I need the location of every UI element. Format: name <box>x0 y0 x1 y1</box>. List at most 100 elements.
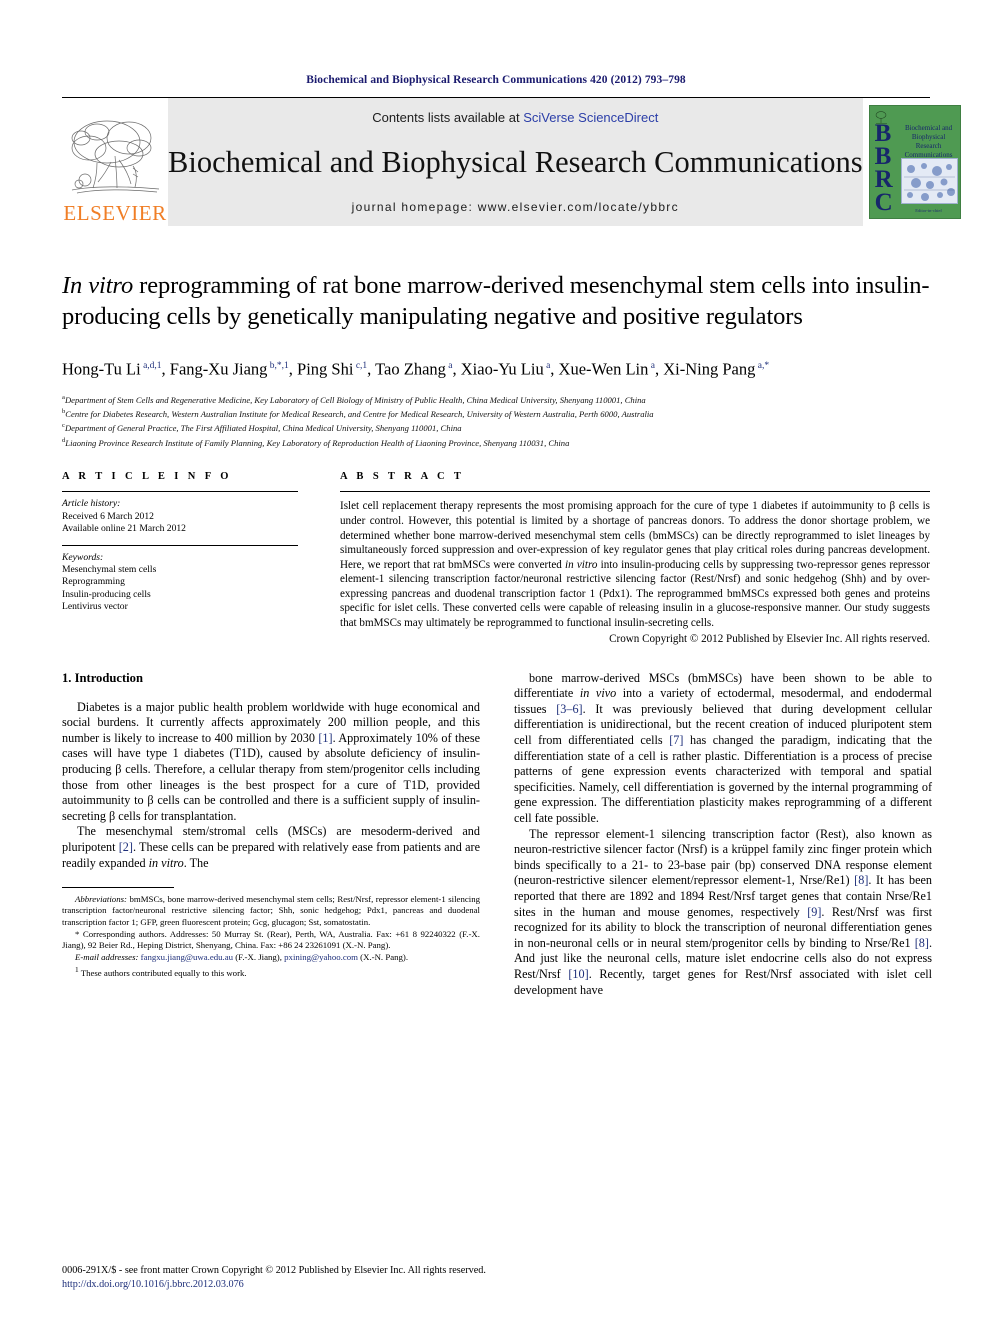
keyword-item: Lentivirus vector <box>62 601 128 613</box>
citation-link[interactable]: [2] <box>119 840 133 854</box>
banner-center: Contents lists available at SciVerse Sci… <box>168 98 863 226</box>
issn-copyright-line: 0006-291X/$ - see front matter Crown Cop… <box>62 1265 486 1276</box>
elsevier-logo: ELSEVIER <box>62 98 168 226</box>
affiliation-list: aDepartment of Stem Cells and Regenerati… <box>62 392 930 450</box>
citation-link[interactable]: [1] <box>318 731 332 745</box>
citation-link[interactable]: [10] <box>568 967 588 981</box>
affiliation-text: Department of General Practice, The Firs… <box>64 423 462 434</box>
title-block: In vitro reprogramming of rat bone marro… <box>62 226 930 449</box>
italic-text: in vivo <box>579 686 617 701</box>
affiliation-text: Liaoning Province Research Institute of … <box>65 437 570 448</box>
doi-link[interactable]: http://dx.doi.org/10.1016/j.bbrc.2012.03… <box>62 1278 486 1292</box>
journal-banner: ELSEVIER Contents lists available at Sci… <box>62 97 967 226</box>
page-title: In vitro reprogramming of rat bone marro… <box>62 270 930 332</box>
footnote-equal-contribution: 1 These authors contributed equally to t… <box>62 964 480 979</box>
left-column-paragraphs: Diabetes is a major public health proble… <box>62 700 480 872</box>
journal-homepage[interactable]: journal homepage: www.elsevier.com/locat… <box>352 200 679 214</box>
email-2-who: (X.-N. Pang). <box>357 952 409 963</box>
citation-link[interactable]: [8] <box>854 873 868 887</box>
title-rest: reprogramming of rat bone marrow-derived… <box>62 272 930 330</box>
footnote-abbreviations: Abbreviations: bmMSCs, bone marrow-deriv… <box>62 894 480 928</box>
body-paragraph: Diabetes is a major public health proble… <box>62 700 480 825</box>
keyword-item: Mesenchymal stem cells <box>62 563 157 575</box>
citation-link[interactable]: [3–6] <box>556 702 582 716</box>
affiliation-item: dLiaoning Province Research Institute of… <box>62 435 930 449</box>
affiliation-text: Department of Stem Cells and Regenerativ… <box>64 394 646 405</box>
right-column-paragraphs: bone marrow-derived MSCs (bmMSCs) have b… <box>514 671 932 998</box>
footnote-corresponding: * Corresponding authors. Addresses: 50 M… <box>62 929 480 951</box>
running-head: Biochemical and Biophysical Research Com… <box>306 74 686 86</box>
author-affiliation-marker: a <box>648 361 655 371</box>
article-history-received: Received 6 March 2012 <box>62 510 154 522</box>
abstract-heading: A B S T R A C T <box>340 471 465 483</box>
footnote-divider <box>62 887 174 889</box>
citation-link[interactable]: [8] <box>915 936 929 950</box>
footnotes-block: Abbreviations: bmMSCs, bone marrow-deriv… <box>62 887 480 979</box>
keywords-group: Keywords: Mesenchymal stem cells Reprogr… <box>62 546 298 623</box>
email-link-pang[interactable]: pxining@yahoo.com <box>284 952 358 962</box>
citation-link[interactable]: [9] <box>807 905 821 919</box>
author-name: Xue-Wen Lin <box>558 359 649 379</box>
author-affiliation-marker: a,* <box>755 361 770 371</box>
body-paragraph: The repressor element-1 silencing transc… <box>514 827 932 999</box>
keyword-item: Reprogramming <box>62 576 125 588</box>
abbreviations-label: Abbreviations: <box>75 894 127 905</box>
cover-acronym: BBRC <box>874 120 893 216</box>
author-name: Xi-Ning Pang <box>663 359 756 379</box>
author-name: Tao Zhang <box>375 359 446 379</box>
author-name: Ping Shi <box>297 359 354 379</box>
article-history-group: Article history: Received 6 March 2012 A… <box>62 492 298 544</box>
body-columns: 1. Introduction Diabetes is a major publ… <box>62 671 932 998</box>
body-paragraph: bone marrow-derived MSCs (bmMSCs) have b… <box>514 671 932 827</box>
body-paragraph: The mesenchymal stem/stromal cells (MSCs… <box>62 824 480 871</box>
email-link-jiang[interactable]: fangxu.jiang@uwa.edu.au <box>141 952 233 962</box>
author-affiliation-marker: b,*,1 <box>267 361 289 371</box>
affiliation-item: aDepartment of Stem Cells and Regenerati… <box>62 392 930 406</box>
article-info-heading: A R T I C L E I N F O <box>62 471 232 483</box>
keywords-title: Keywords: <box>62 551 104 563</box>
paragraph-text: . The <box>183 855 209 870</box>
article-history-online: Available online 21 March 2012 <box>62 523 186 535</box>
cover-journal-title: Biochemical and Biophysical Research Com… <box>904 124 953 159</box>
author-affiliation-marker: a <box>445 361 453 371</box>
author-name: Hong-Tu Li <box>62 359 141 379</box>
abstract-copyright: Crown Copyright © 2012 Published by Else… <box>609 632 930 645</box>
cover-footer-text: Editor-in-chief <box>915 208 942 213</box>
journal-title: Biochemical and Biophysical Research Com… <box>168 145 863 179</box>
contents-prefix: Contents lists available at <box>372 110 524 125</box>
email-1-who: (F.-X. Jiang), <box>233 952 285 963</box>
article-info-column: A R T I C L E I N F O Article history: R… <box>62 471 298 644</box>
abstract-column: A B S T R A C T Islet cell replacement t… <box>340 471 930 645</box>
author-affiliation-marker: a <box>543 361 551 371</box>
title-italic-lead: In vitro <box>62 272 134 299</box>
section-heading-introduction: 1. Introduction <box>62 670 143 685</box>
article-history-title: Article history: <box>62 498 121 510</box>
corresponding-text: Corresponding authors. Addresses: 50 Mur… <box>62 928 480 950</box>
body-column-left: 1. Introduction Diabetes is a major publ… <box>62 671 480 998</box>
author-affiliation-marker: a,d,1 <box>140 361 162 371</box>
footnote-emails: E-mail addresses: fangxu.jiang@uwa.edu.a… <box>62 952 480 963</box>
info-abstract-row: A R T I C L E I N F O Article history: R… <box>62 471 930 645</box>
body-column-right: bone marrow-derived MSCs (bmMSCs) have b… <box>514 671 932 998</box>
author-list: Hong-Tu Li a,d,1, Fang-Xu Jiang b,*,1, P… <box>62 359 770 379</box>
elsevier-tree-icon <box>67 116 163 202</box>
affiliation-item: bCentre for Diabetes Research, Western A… <box>62 406 930 420</box>
email-label: E-mail addresses: <box>75 952 139 963</box>
journal-cover-thumbnail: BBRC Biochemical and Biophysical Researc… <box>862 98 967 226</box>
sciencedirect-link[interactable]: SciVerse ScienceDirect <box>523 110 658 125</box>
author-name: Xiao-Yu Liu <box>460 359 544 379</box>
affiliation-item: cDepartment of General Practice, The Fir… <box>62 420 930 434</box>
citation-link[interactable]: [7] <box>669 733 683 747</box>
abstract-text: Islet cell replacement therapy represent… <box>340 492 930 630</box>
cover-microscopy-image <box>900 158 958 204</box>
author-affiliation-marker: c,1 <box>353 361 368 371</box>
equal-text: These authors contributed equally to thi… <box>78 968 247 979</box>
contents-list-line: Contents lists available at SciVerse Sci… <box>372 110 658 125</box>
affiliation-text: Centre for Diabetes Research, Western Au… <box>65 408 654 419</box>
page-footer: 0006-291X/$ - see front matter Crown Cop… <box>62 1264 486 1291</box>
italic-text: in vitro <box>148 855 184 870</box>
abstract-italic-invitro: in vitro <box>565 558 598 571</box>
elsevier-wordmark: ELSEVIER <box>63 201 167 225</box>
author-name: Fang-Xu Jiang <box>169 359 268 379</box>
keyword-item: Insulin-producing cells <box>62 588 151 600</box>
